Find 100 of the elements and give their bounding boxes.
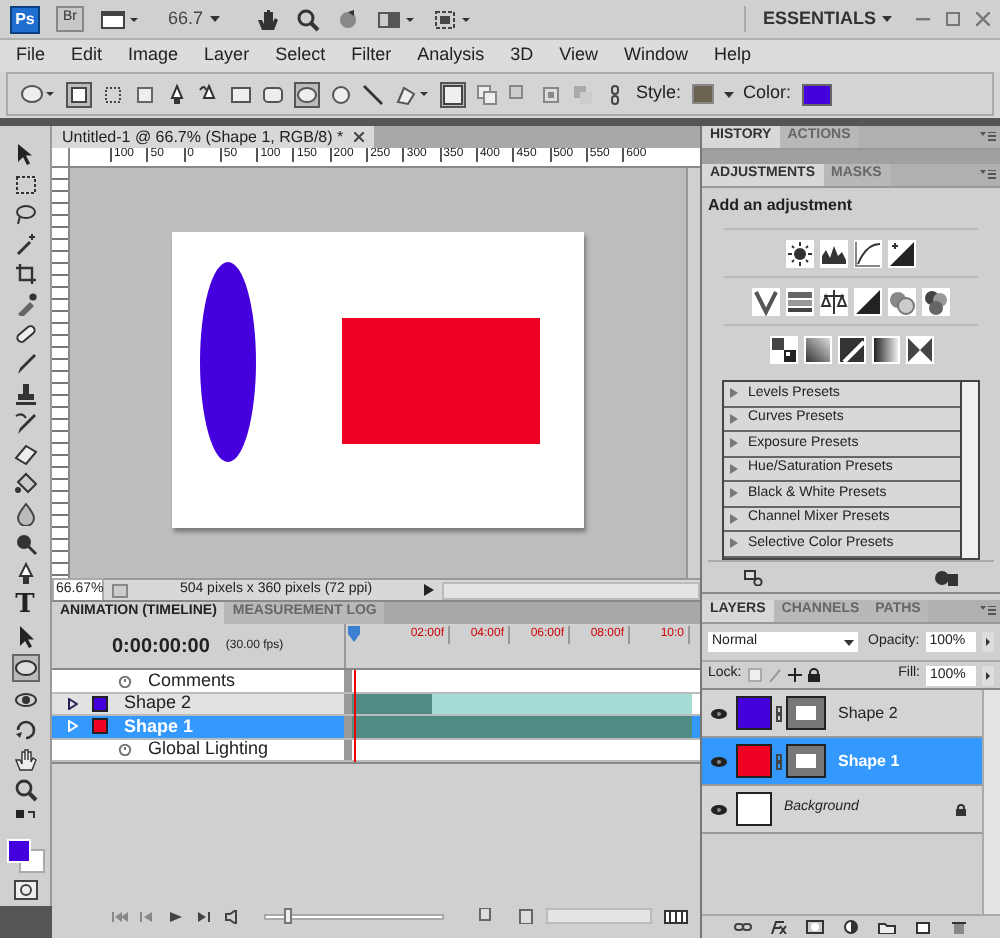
screen-mode-icon[interactable] bbox=[100, 7, 140, 31]
freeform-pen-icon[interactable] bbox=[198, 83, 220, 105]
add-mask-icon[interactable] bbox=[806, 920, 824, 934]
curves-icon[interactable] bbox=[854, 240, 882, 268]
rotate-view-icon[interactable] bbox=[335, 7, 360, 31]
hue-saturation-icon[interactable] bbox=[786, 288, 814, 316]
shape-layers-icon[interactable] bbox=[66, 81, 92, 107]
zoom-icon[interactable] bbox=[295, 7, 320, 31]
style-swatch[interactable] bbox=[691, 84, 714, 104]
zoom-slider[interactable] bbox=[264, 913, 444, 919]
close-icon[interactable] bbox=[976, 12, 990, 26]
crop-tool-icon[interactable] bbox=[13, 262, 37, 286]
workspace-switcher[interactable]: ESSENTIALS bbox=[744, 5, 892, 33]
threshold-icon[interactable] bbox=[837, 336, 865, 364]
track-header[interactable]: Global Lighting bbox=[52, 739, 344, 760]
ellipse-tool-preset-icon[interactable] bbox=[20, 84, 56, 104]
frames-mode-icon[interactable] bbox=[664, 909, 688, 923]
magic-wand-icon[interactable] bbox=[13, 232, 37, 256]
bandage-icon[interactable] bbox=[13, 322, 37, 346]
channel-mixer-icon[interactable] bbox=[922, 288, 950, 316]
stamp-icon[interactable] bbox=[13, 382, 37, 406]
stopwatch-icon[interactable] bbox=[118, 742, 132, 757]
photo-filter-icon[interactable] bbox=[888, 288, 916, 316]
group-icon[interactable] bbox=[878, 920, 896, 934]
layer-style-icon[interactable] bbox=[770, 920, 788, 934]
menu-item[interactable]: Analysis bbox=[417, 42, 485, 70]
track-header[interactable]: Shape 2 bbox=[52, 693, 344, 714]
lock-move-icon[interactable] bbox=[787, 668, 802, 682]
ellipse-tool-icon[interactable] bbox=[11, 654, 39, 682]
next-frame-icon[interactable] bbox=[196, 909, 212, 923]
move-tool-icon[interactable] bbox=[13, 142, 37, 166]
menu-item[interactable]: Filter bbox=[351, 42, 392, 70]
play-icon[interactable] bbox=[168, 909, 184, 923]
color-swatch[interactable] bbox=[801, 83, 832, 105]
close-icon[interactable] bbox=[353, 132, 364, 142]
menu-item[interactable]: Edit bbox=[71, 42, 103, 70]
type-tool-button[interactable]: T bbox=[15, 592, 35, 618]
arrange-documents-icon[interactable] bbox=[375, 7, 416, 31]
trash-icon[interactable] bbox=[950, 920, 968, 934]
menu-item[interactable]: Image bbox=[128, 42, 179, 70]
eraser-icon[interactable] bbox=[13, 442, 37, 466]
fill-pixels-icon[interactable] bbox=[134, 83, 156, 105]
hand-icon[interactable] bbox=[13, 748, 37, 772]
audio-icon[interactable] bbox=[224, 909, 240, 923]
playhead-icon[interactable] bbox=[348, 626, 360, 642]
delete-icon[interactable] bbox=[518, 908, 534, 924]
menu-item[interactable]: Select bbox=[275, 42, 326, 70]
dodge-icon[interactable] bbox=[13, 532, 37, 556]
orbit-icon[interactable] bbox=[13, 688, 37, 712]
vector-mask-icon[interactable] bbox=[786, 696, 826, 730]
eye-icon[interactable] bbox=[710, 803, 728, 815]
new-layer-icon[interactable] bbox=[914, 920, 932, 934]
stepper-icon[interactable] bbox=[982, 665, 994, 685]
panel-menu-icon[interactable] bbox=[980, 170, 996, 180]
selective-color-icon[interactable] bbox=[905, 336, 933, 364]
link-icon[interactable] bbox=[776, 705, 782, 721]
menu-item[interactable]: Window bbox=[623, 42, 688, 70]
paths-icon[interactable] bbox=[102, 83, 124, 105]
levels-icon[interactable] bbox=[820, 240, 848, 268]
slider-thumb[interactable] bbox=[283, 907, 292, 923]
link-icon[interactable] bbox=[776, 753, 782, 769]
menu-item[interactable]: Layer bbox=[204, 42, 250, 70]
custom-shape-icon[interactable] bbox=[394, 83, 430, 105]
paint-bucket-icon[interactable] bbox=[13, 472, 37, 496]
diagonal-split-icon[interactable] bbox=[854, 288, 882, 316]
menu-item[interactable]: 3D bbox=[510, 42, 534, 70]
rotate-icon[interactable] bbox=[13, 718, 37, 742]
maximize-icon[interactable] bbox=[946, 12, 960, 26]
convert-icon[interactable] bbox=[476, 908, 494, 924]
ellipse-icon[interactable] bbox=[294, 81, 320, 107]
link-layers-icon[interactable] bbox=[734, 920, 752, 934]
drop-icon[interactable] bbox=[13, 502, 37, 526]
adjustment-layer-icon[interactable] bbox=[842, 920, 860, 934]
lasso-tool-icon[interactable] bbox=[13, 202, 37, 226]
zoom-icon[interactable] bbox=[13, 778, 37, 802]
intersect-mode-icon[interactable] bbox=[540, 83, 562, 105]
history-brush-icon[interactable] bbox=[13, 412, 37, 436]
brush-icon[interactable] bbox=[13, 352, 37, 376]
invert-icon[interactable] bbox=[769, 336, 797, 364]
caret-icon[interactable] bbox=[723, 91, 734, 97]
menu-item[interactable]: Help bbox=[713, 42, 751, 70]
lock-icon[interactable] bbox=[956, 803, 966, 815]
exposure-icon[interactable] bbox=[888, 240, 916, 268]
gradient-map-icon[interactable] bbox=[871, 336, 899, 364]
quick-mask-icon[interactable] bbox=[13, 880, 37, 900]
zoom-dropdown[interactable]: 66.7 bbox=[168, 5, 220, 33]
stopwatch-icon[interactable] bbox=[118, 673, 132, 688]
rounded-rectangle-icon[interactable] bbox=[262, 83, 284, 105]
rectangle-icon[interactable] bbox=[230, 83, 252, 105]
play-icon[interactable] bbox=[424, 584, 434, 596]
line-icon[interactable] bbox=[362, 83, 384, 105]
screen-mode-icon[interactable] bbox=[431, 7, 472, 31]
vibrance-icon[interactable] bbox=[752, 288, 780, 316]
panel-menu-icon[interactable] bbox=[980, 132, 996, 142]
menu-item[interactable]: View bbox=[559, 42, 598, 70]
panel-menu-icon[interactable] bbox=[980, 606, 996, 616]
pen-icon[interactable] bbox=[13, 562, 37, 586]
stepper-icon[interactable] bbox=[981, 632, 994, 652]
minimize-icon[interactable] bbox=[916, 12, 930, 26]
eye-icon[interactable] bbox=[710, 707, 728, 719]
